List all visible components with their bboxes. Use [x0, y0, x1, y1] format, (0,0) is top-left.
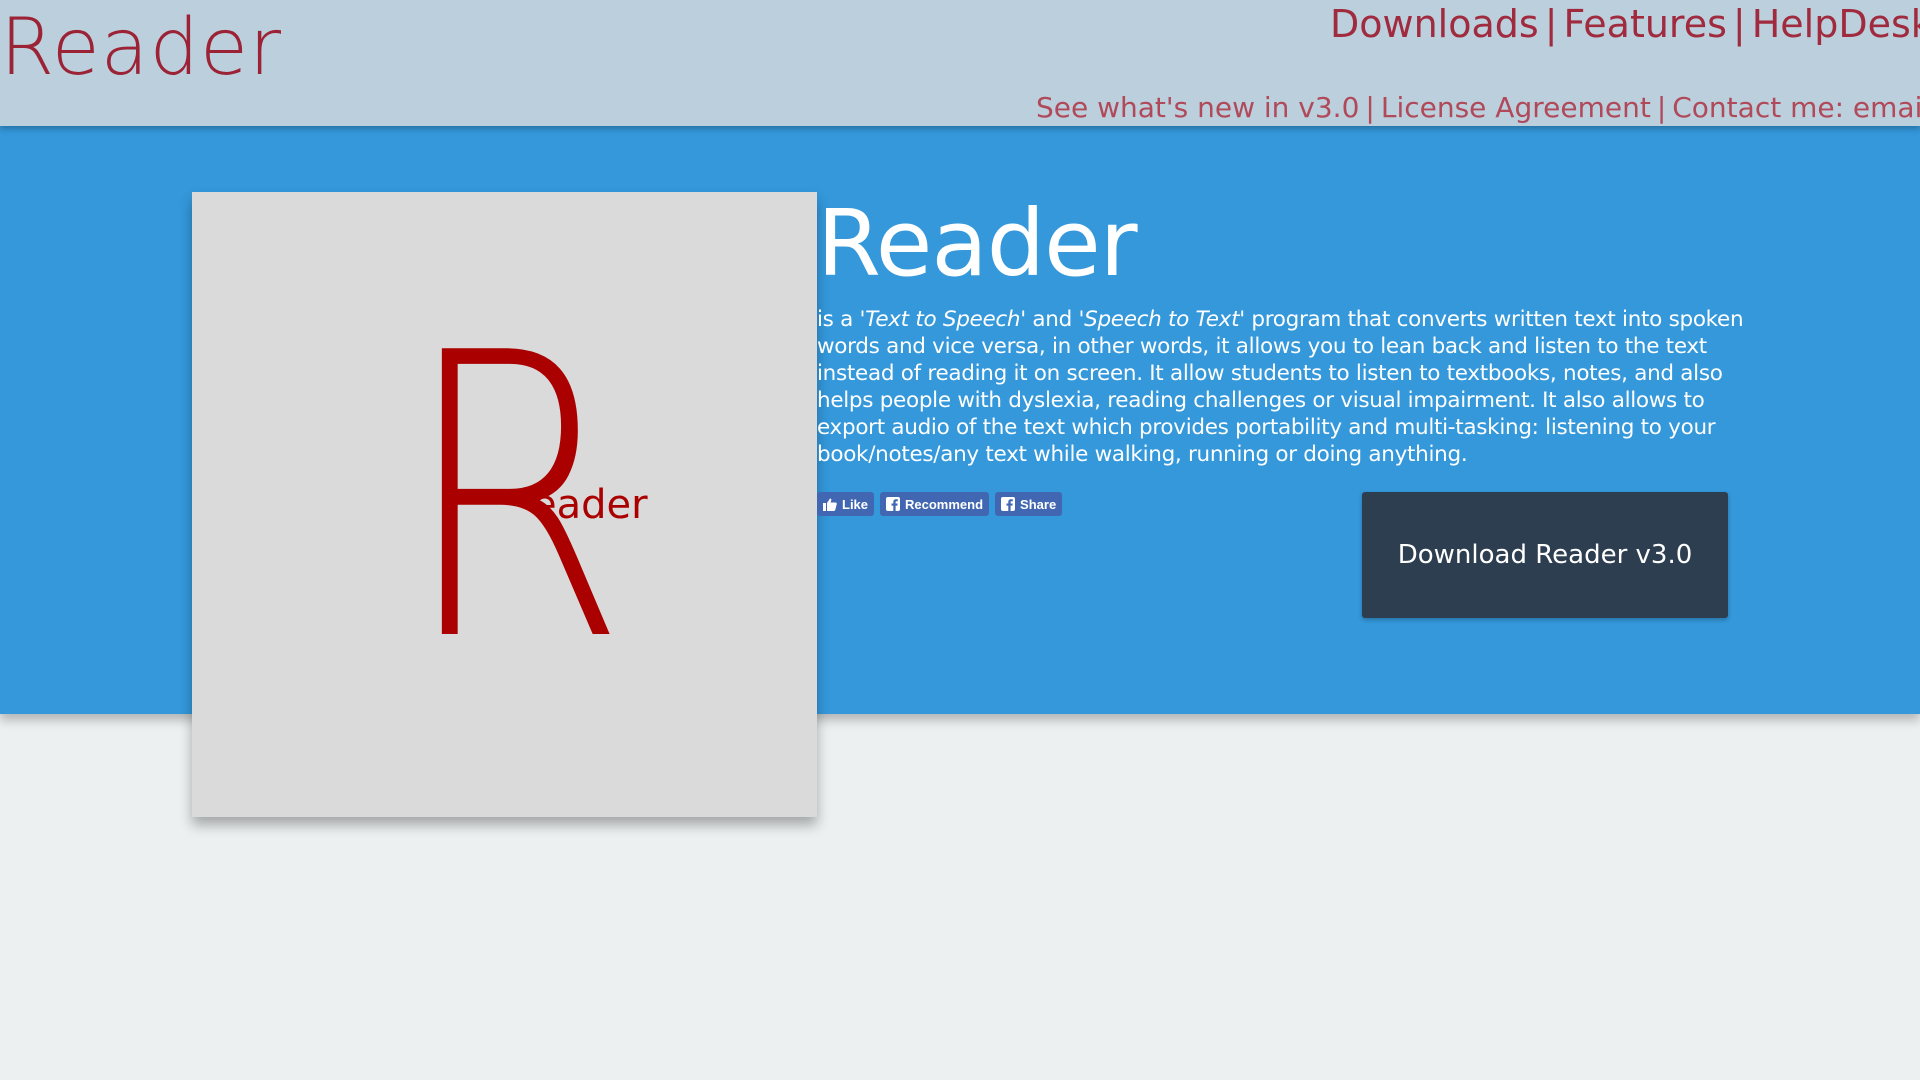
nav-separator: | — [1732, 2, 1746, 46]
description-and: and — [1025, 307, 1079, 332]
primary-nav: Downloads | Features | HelpDesk — [1330, 0, 1920, 48]
description-tts: 'Text to Speech' — [859, 307, 1027, 332]
nav-separator: | — [1365, 91, 1375, 124]
nav-downloads-link[interactable]: Downloads — [1330, 2, 1539, 46]
license-agreement-link[interactable]: License Agreement — [1381, 91, 1651, 124]
facebook-share-button[interactable]: Share — [995, 492, 1063, 516]
share-label: Share — [1020, 496, 1057, 512]
facebook-icon — [1001, 497, 1016, 511]
reader-logo-icon: R eader — [402, 271, 648, 727]
hero-description: is a 'Text to Speech' and 'Speech to Tex… — [817, 306, 1747, 468]
download-reader-button[interactable]: Download Reader v3.0 — [1362, 492, 1728, 618]
hero-title: Reader — [817, 190, 1138, 297]
logo-word: eader — [532, 482, 648, 528]
nav-separator: | — [1544, 2, 1558, 46]
secondary-nav: See what's new in v3.0 | License Agreement… — [1036, 90, 1920, 126]
app-logo: R eader — [192, 192, 817, 817]
description-intro: is a — [817, 307, 860, 332]
description-stt: 'Speech to Text' — [1078, 307, 1246, 332]
whats-new-link[interactable]: See what's new in v3.0 — [1036, 91, 1359, 124]
recommend-label: Recommend — [905, 496, 984, 512]
nav-helpdesk-link[interactable]: HelpDesk — [1752, 2, 1920, 46]
contact-email-link[interactable]: Contact me: email@r — [1672, 91, 1920, 124]
site-brand-link[interactable]: Reader — [0, 0, 282, 96]
facebook-recommend-button[interactable]: Recommend — [880, 492, 990, 516]
social-buttons: Like Recommend Share — [817, 492, 1063, 516]
nav-separator: | — [1656, 91, 1667, 124]
nav-features-link[interactable]: Features — [1564, 2, 1727, 46]
like-label: Like — [842, 496, 869, 512]
facebook-like-button[interactable]: Like — [817, 492, 875, 516]
facebook-icon — [886, 497, 901, 511]
top-header: Reader Downloads | Features | HelpDesk See w… — [0, 0, 1920, 126]
thumbs-up-icon — [823, 498, 837, 511]
